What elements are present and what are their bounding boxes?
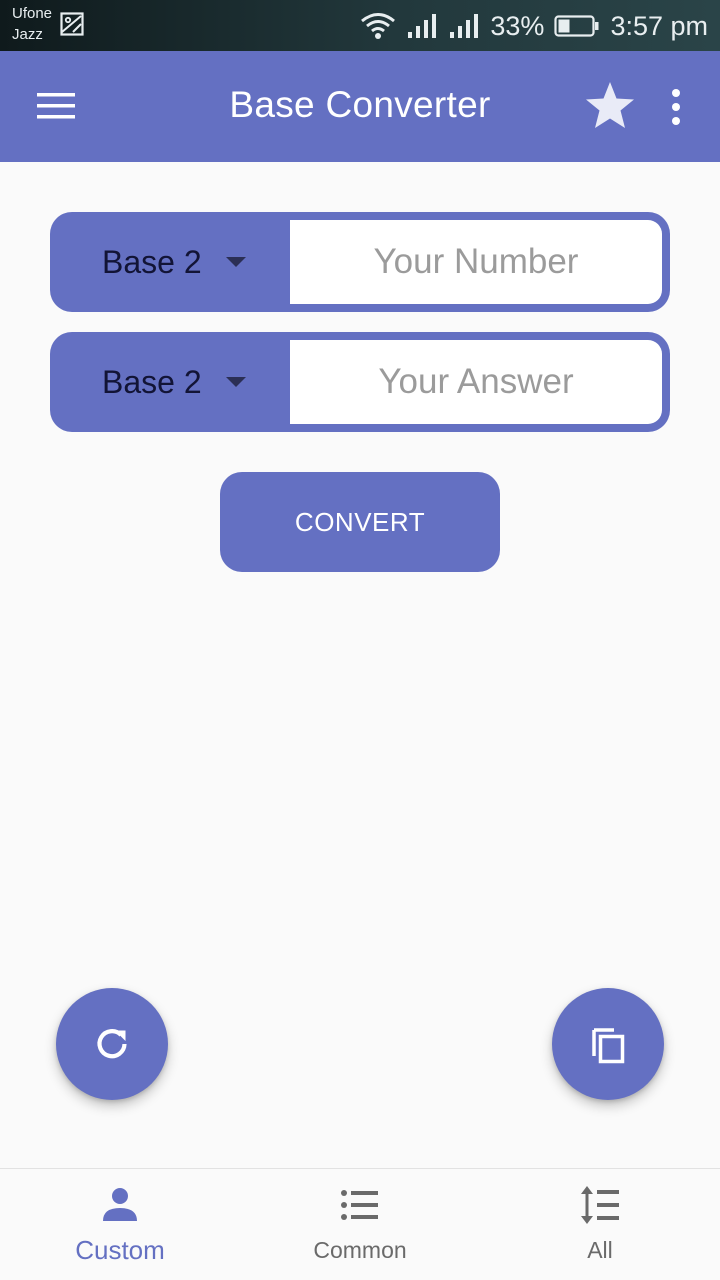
gallery-icon [60,12,84,36]
app-bar: Base Converter [0,51,720,162]
carrier-1: Ufone [12,5,53,22]
convert-button[interactable]: CONVERT [220,472,500,572]
wifi-icon [361,13,396,39]
carrier-names: Ufone Jazz [12,3,52,45]
nav-label-custom: Custom [75,1235,165,1265]
input-number-row: Base 2 [50,212,670,312]
copy-button[interactable] [552,988,664,1100]
output-answer-row: Base 2 [50,332,670,432]
sort-icon [581,1186,619,1224]
nav-item-common[interactable]: Common [240,1169,480,1280]
bottom-navigation: Custom Common All [0,1168,720,1280]
list-icon [341,1190,378,1220]
to-base-dropdown[interactable]: Base 2 [50,332,290,432]
nav-item-custom[interactable]: Custom [0,1169,240,1280]
refresh-button[interactable] [56,988,168,1100]
person-icon [103,1188,137,1221]
copy-icon [592,1028,625,1064]
star-icon[interactable] [584,80,636,132]
carrier-2: Jazz [12,26,43,43]
to-base-label: Base 2 [102,364,202,400]
answer-field[interactable] [290,340,662,424]
status-bar: Ufone Jazz 33% 3:57 pm [0,0,720,51]
status-indicators: 33% 3:57 pm [360,8,708,44]
from-base-label: Base 2 [102,244,202,280]
dropdown-arrow-icon [226,377,246,387]
number-input[interactable] [290,220,662,304]
nav-label-common: Common [313,1237,407,1263]
refresh-icon [97,1029,127,1059]
more-vert-icon[interactable] [664,87,688,127]
battery-percentage: 33% [490,10,545,41]
nav-label-all: All [587,1237,613,1263]
nav-item-all[interactable]: All [480,1169,720,1280]
from-base-dropdown[interactable]: Base 2 [50,212,290,312]
battery-icon [554,15,599,37]
dropdown-arrow-icon [226,257,246,267]
clock: 3:57 pm [610,10,708,41]
signal-icon [408,14,437,38]
signal-icon [450,14,479,38]
